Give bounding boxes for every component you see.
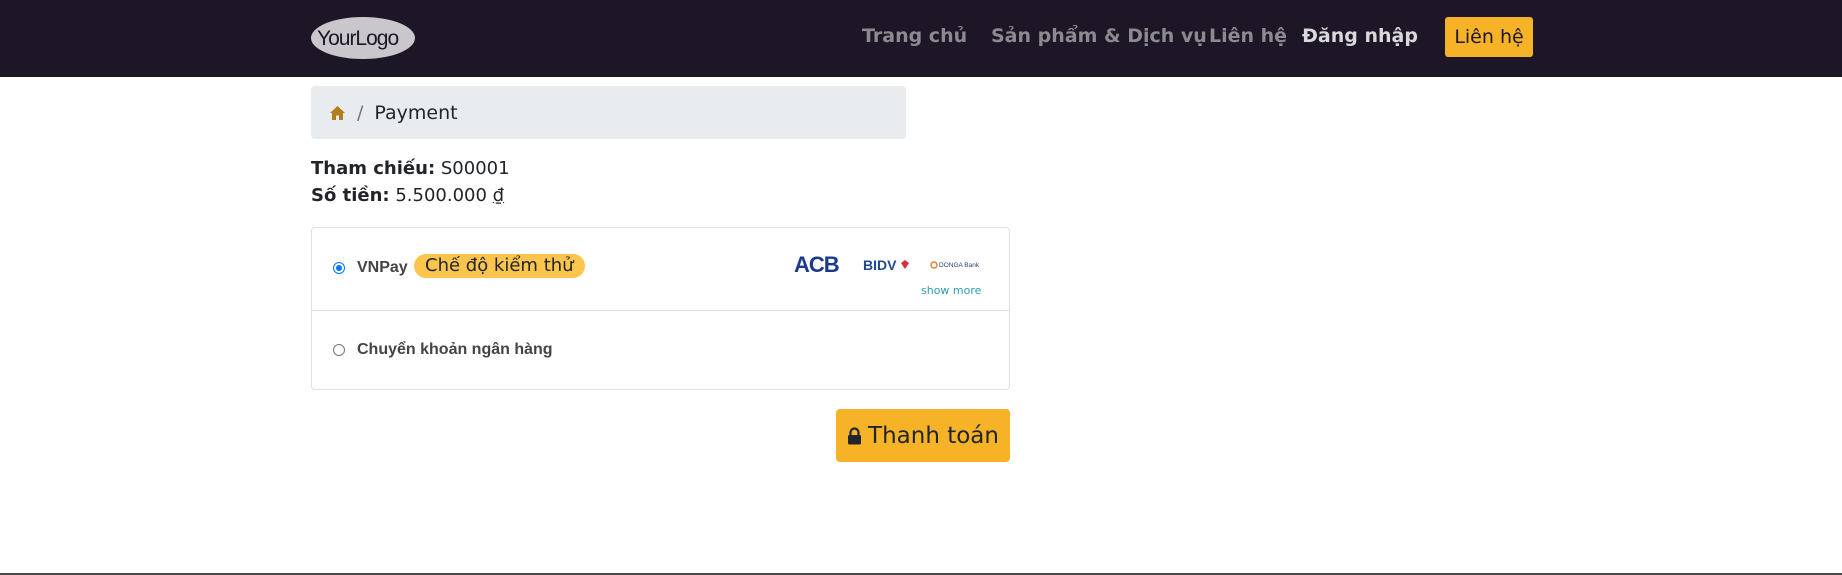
vnpay-radio[interactable] <box>333 262 345 274</box>
amount-value: 5.500.000 <box>395 185 487 206</box>
top-navbar: YourLogo Trang chủ Sản phẩm & Dịch vụ Li… <box>0 0 1842 77</box>
payment-methods-list: VNPay Chế độ kiểm thử ACB BIDV DONGA Ban… <box>311 227 1010 390</box>
bank-logo-acb: ACB <box>794 252 839 276</box>
show-more-link[interactable]: show more <box>921 284 981 297</box>
lock-icon <box>848 426 862 444</box>
nav-link-dang-nhap[interactable]: Đăng nhập <box>1302 25 1418 47</box>
reference-label: Tham chiếu: <box>311 158 436 179</box>
nav-link-lien-he[interactable]: Liên hệ <box>1209 25 1287 47</box>
vnpay-label[interactable]: VNPay <box>357 259 408 277</box>
logo[interactable]: YourLogo <box>311 16 416 60</box>
bidv-logo: BIDV <box>863 257 909 273</box>
test-mode-badge: Chế độ kiểm thử <box>414 254 585 278</box>
breadcrumb-separator: / <box>357 101 364 124</box>
payment-method-bank-transfer[interactable]: Chuyển khoản ngân hàng <box>312 310 1009 390</box>
logo-text: YourLogo <box>317 27 398 50</box>
nav-link-san-pham-dich-vu[interactable]: Sản phẩm & Dịch vụ <box>991 25 1207 47</box>
pay-button-label: Thanh toán <box>868 422 999 449</box>
payment-method-vnpay[interactable]: VNPay Chế độ kiểm thử ACB BIDV DONGA Ban… <box>312 228 1009 311</box>
bank-logo-donga: DONGA Bank <box>939 262 980 269</box>
pay-button[interactable]: Thanh toán <box>836 409 1010 462</box>
acb-logo: ACB <box>794 252 840 276</box>
reference-line: Tham chiếu: S00001 <box>311 158 510 179</box>
currency-symbol: ₫ <box>492 185 505 206</box>
amount-line: Số tiền: 5.500.000 ₫ <box>311 185 504 206</box>
bank-logo-bidv: BIDV <box>863 257 897 273</box>
bank-transfer-label[interactable]: Chuyển khoản ngân hàng <box>357 341 553 359</box>
breadcrumb: / Payment <box>311 86 906 139</box>
reference-value: S00001 <box>440 158 510 179</box>
bank-transfer-radio[interactable] <box>333 344 345 356</box>
donga-bank-logo: DONGA Bank <box>930 261 980 269</box>
breadcrumb-current: Payment <box>374 101 458 124</box>
contact-button[interactable]: Liên hệ <box>1445 17 1533 57</box>
nav-link-trang-chu[interactable]: Trang chủ <box>862 25 967 47</box>
home-icon[interactable] <box>329 105 346 121</box>
amount-label: Số tiền: <box>311 185 390 206</box>
